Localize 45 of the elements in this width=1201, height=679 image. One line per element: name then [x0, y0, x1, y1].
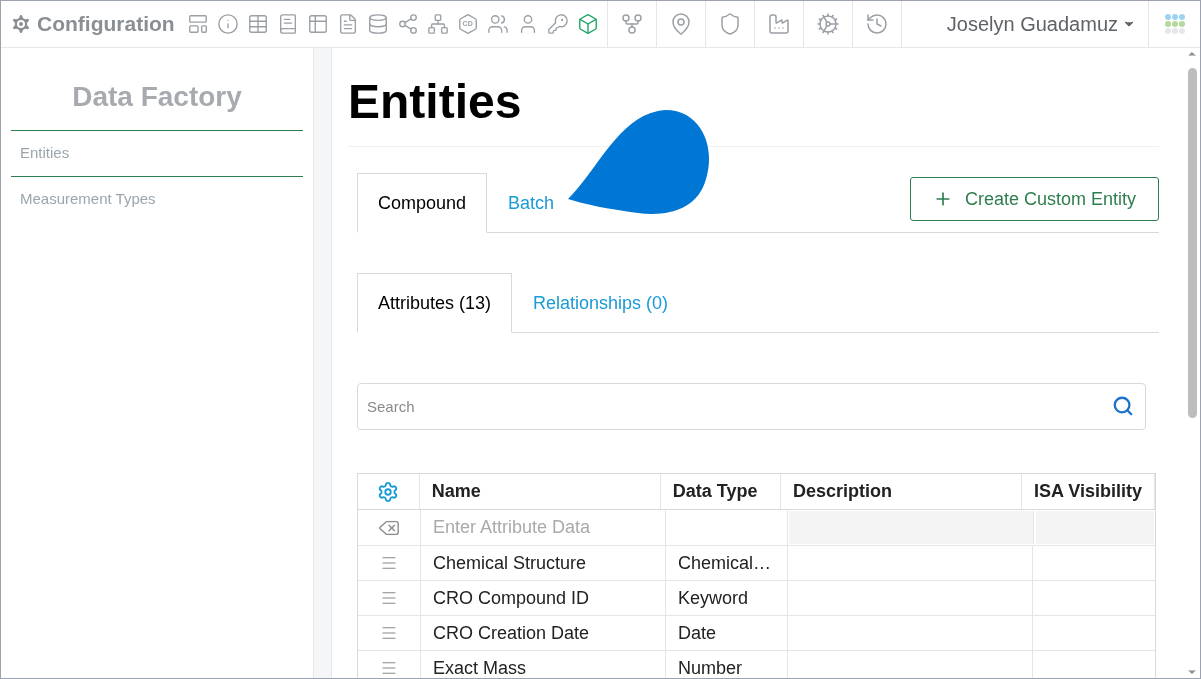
table-cell-text: CRO Creation Date: [433, 621, 590, 645]
search-field[interactable]: Search: [357, 383, 1146, 430]
factory-icon[interactable]: [766, 12, 791, 36]
user-menu[interactable]: Joselyn Guadamuz: [946, 9, 1136, 39]
info-icon[interactable]: [216, 13, 239, 35]
table-cell-text: Exact Mass: [433, 656, 527, 678]
drag-handle-icon[interactable]: [380, 589, 398, 607]
table-cell-text: Date: [678, 621, 717, 645]
share-icon[interactable]: [396, 13, 419, 35]
network-icon[interactable]: [426, 13, 449, 35]
column-header: Description: [793, 480, 893, 503]
table-cell-text: Number: [678, 656, 743, 678]
entity-tab[interactable]: Batch: [487, 173, 576, 233]
drag-handle-icon[interactable]: [380, 624, 398, 642]
key-icon[interactable]: [546, 13, 569, 35]
workflow-icon[interactable]: [619, 12, 644, 36]
table-cell-text: Chemical Structure: [433, 551, 587, 575]
attribute-tab[interactable]: Relationships (0): [512, 273, 690, 333]
entity-tab[interactable]: Compound: [357, 173, 488, 233]
cube-icon[interactable]: [576, 13, 599, 35]
apps-grid-icon[interactable]: [1163, 13, 1186, 35]
drag-handle-icon[interactable]: [380, 659, 398, 677]
column-header: Data Type: [672, 480, 758, 503]
sidebar-item[interactable]: Measurement Types: [11, 176, 303, 221]
column-header: ISA Visibility: [1033, 480, 1142, 503]
attribute-input-field[interactable]: Enter Attribute Data: [421, 510, 666, 545]
table-icon[interactable]: [246, 13, 269, 35]
table-cell-text: Keyword: [678, 586, 749, 610]
drag-handle-icon[interactable]: [380, 554, 398, 572]
table-cell-text: CRO Compound ID: [433, 586, 590, 610]
cogs-icon[interactable]: [815, 12, 840, 36]
settings-icon[interactable]: [377, 480, 400, 503]
column-header: Name: [431, 480, 481, 503]
database-icon[interactable]: [366, 13, 389, 35]
sidebar-item[interactable]: Entities: [11, 131, 303, 177]
app-title: Configuration: [37, 11, 175, 38]
history-icon[interactable]: [864, 12, 889, 36]
create-entity-button[interactable]: Create Custom Entity: [909, 177, 1159, 221]
users-icon[interactable]: [486, 13, 509, 35]
attribute-tab[interactable]: Attributes (13): [357, 273, 513, 333]
grid-icon[interactable]: [306, 13, 329, 35]
table-cell-text: Chemical…: [678, 551, 772, 575]
search-icon[interactable]: [1112, 395, 1134, 417]
form-icon[interactable]: [186, 13, 209, 35]
sidebar-title: Data Factory: [11, 48, 303, 131]
